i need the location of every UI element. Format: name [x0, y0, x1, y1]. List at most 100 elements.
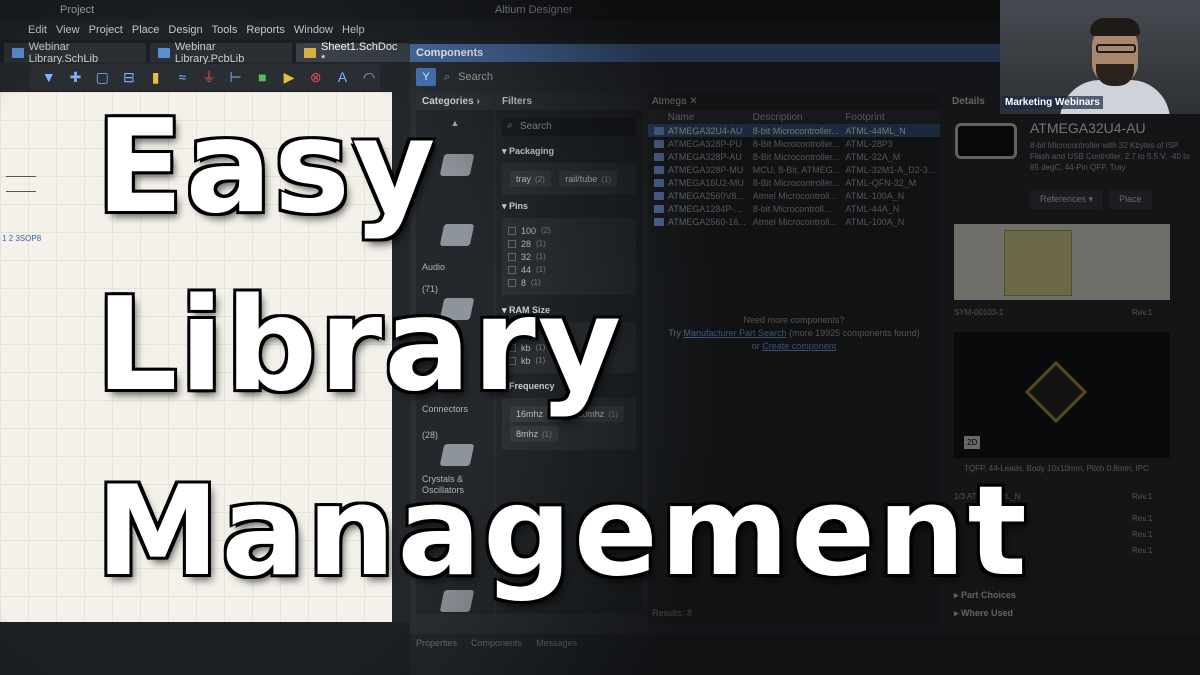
- chk-count: (1): [536, 252, 546, 261]
- more-components-hint: Need more components? Try Manufacturer P…: [648, 314, 940, 353]
- component-icon: [654, 126, 664, 135]
- pill-label: rail/tube: [565, 174, 598, 184]
- power-icon[interactable]: ⏚: [198, 67, 220, 87]
- row-desc: 8-Bit Microcontroller...: [752, 138, 840, 149]
- chk-label: 32: [521, 251, 532, 262]
- table-row[interactable]: ATMEGA2560V8... Atmel Microcontroll... ATM…: [648, 189, 940, 202]
- filter-pill-8mhz[interactable]: 8mhz (1): [510, 426, 558, 442]
- text-icon[interactable]: A: [332, 67, 354, 87]
- menu-tools[interactable]: Tools: [212, 24, 238, 36]
- part-icon[interactable]: ▮: [145, 67, 167, 87]
- hint-try: Try: [668, 328, 681, 338]
- pcblib-icon: [158, 47, 170, 58]
- hint-line: Need more components?: [743, 315, 845, 325]
- filter-pill-tray[interactable]: tray (2): [510, 171, 551, 187]
- chip-icon[interactable]: [439, 154, 475, 176]
- row-desc: 8-Bit Microcontroller...: [752, 177, 840, 188]
- row-fp: ATML-100A_N: [845, 216, 905, 227]
- arc-icon[interactable]: ◠: [358, 67, 380, 87]
- menu-place[interactable]: Place: [132, 24, 160, 36]
- symbol-preview[interactable]: [954, 224, 1170, 300]
- table-row[interactable]: ATMEGA16U2-MU 8-Bit Microcontroller... ATM…: [648, 176, 940, 189]
- net-label-icon[interactable]: ▶: [278, 67, 300, 87]
- component-icon: [654, 204, 664, 213]
- manufacturer-part-search-link[interactable]: Manufacturer Part Search: [684, 328, 787, 338]
- table-row[interactable]: ATMEGA2560-16... Atmel Microcontroll... AT…: [648, 215, 940, 228]
- filter-pill-rail-tube[interactable]: rail/tube (1): [559, 171, 618, 187]
- pins-section[interactable]: ▾ Pins: [496, 197, 642, 216]
- references-button[interactable]: References ▾: [1030, 190, 1104, 209]
- row-name: ATMEGA2560V8...: [668, 190, 744, 201]
- tab-components[interactable]: Components: [471, 638, 522, 652]
- checkbox[interactable]: [508, 226, 516, 235]
- filter-toggle-icon[interactable]: Y: [416, 68, 436, 86]
- tab-properties[interactable]: Properties: [416, 638, 457, 652]
- results-status: Results: 8: [652, 608, 693, 618]
- pin-checkbox[interactable]: 28 (1): [508, 237, 630, 250]
- wire-segment: [6, 176, 36, 192]
- row-desc: Atmel Microcontroll...: [752, 216, 837, 227]
- table-row[interactable]: ATMEGA1284P-... 8-bit Microcontroll... ATM…: [648, 202, 940, 215]
- col-footprint[interactable]: Footprint: [845, 112, 940, 123]
- menu-reports[interactable]: Reports: [246, 24, 285, 36]
- table-row[interactable]: ATMEGA328P-AU 8-Bit Microcontroller... ATM…: [648, 150, 940, 163]
- altium-window: Project Altium Designer Edit View Projec…: [0, 0, 1200, 675]
- pin-checkbox[interactable]: 100 (2): [508, 224, 630, 237]
- filter-icon[interactable]: ▼: [38, 67, 60, 87]
- sheet-symbol-icon[interactable]: ■: [252, 67, 274, 87]
- component-image: [958, 126, 1014, 156]
- create-component-link[interactable]: Create component: [762, 341, 836, 351]
- row-desc: MCU, 8-Bit, ATMEG...: [752, 164, 841, 175]
- row-fp: ATML-32M1-A_D2-3...: [845, 164, 936, 175]
- menu-edit[interactable]: Edit: [28, 24, 47, 36]
- search-input[interactable]: Search: [458, 71, 493, 83]
- row-name: ATMEGA328P-PU: [668, 138, 742, 149]
- port-icon[interactable]: ⊢: [225, 67, 247, 87]
- table-row[interactable]: ATMEGA328P-PU 8-Bit Microcontroller... ATM…: [648, 137, 940, 150]
- filter-search-input[interactable]: ⌕ Search: [502, 118, 636, 136]
- menu-project[interactable]: Project: [89, 24, 123, 36]
- pill-count: (1): [542, 430, 552, 439]
- table-row[interactable]: ATMEGA328P-MU MCU, 8-Bit, ATMEG... ATML-32…: [648, 163, 940, 176]
- col-description[interactable]: Description: [753, 112, 846, 123]
- no-erc-icon[interactable]: ⊗: [305, 67, 327, 87]
- chk-label: 28: [521, 238, 532, 249]
- col-name[interactable]: Name: [668, 112, 753, 123]
- filter-search-placeholder: Search: [520, 121, 552, 132]
- move-icon[interactable]: ✚: [65, 67, 87, 87]
- menu-view[interactable]: View: [56, 24, 80, 36]
- tab-sheet1[interactable]: Sheet1.SchDoc *: [296, 41, 410, 65]
- symbol-name: SYM-00103-1: [954, 308, 1004, 317]
- view-2d-button[interactable]: 2D: [964, 436, 981, 449]
- place-button[interactable]: Place: [1109, 190, 1152, 209]
- ic-package: [1024, 360, 1088, 424]
- overlay-title-line3: Management: [95, 460, 1029, 604]
- menu-help[interactable]: Help: [342, 24, 365, 36]
- menu-design[interactable]: Design: [168, 24, 202, 36]
- search-query[interactable]: Atmega ✕: [648, 94, 940, 110]
- pin-checkbox[interactable]: 32 (1): [508, 250, 630, 263]
- part-number: ATMEGA32U4-AU: [1030, 120, 1146, 136]
- checkbox[interactable]: [508, 252, 516, 261]
- clear-query-icon[interactable]: ✕: [689, 96, 697, 107]
- wire-icon[interactable]: ≈: [171, 67, 193, 87]
- row-desc: 8-bit Microcontroll...: [752, 203, 832, 214]
- footprint-3d-preview[interactable]: 2D: [954, 332, 1170, 458]
- table-row[interactable]: ATMEGA32U4-AU 8-bit Microcontroller... ATM…: [648, 124, 940, 137]
- tab-pcblib[interactable]: Webinar Library.PcbLib: [150, 41, 293, 65]
- packaging-section[interactable]: ▾ Packaging: [496, 142, 642, 161]
- component-search: Y ⌕ Search: [410, 66, 1000, 88]
- packaging-options: tray (2) rail/tube (1): [502, 163, 636, 195]
- presenter-hair: [1090, 18, 1140, 36]
- where-used-section[interactable]: ▸ Where Used: [954, 608, 1013, 619]
- tab-messages[interactable]: Messages: [536, 638, 577, 652]
- btn-label: References: [1040, 194, 1087, 204]
- tab-schlib[interactable]: Webinar Library.SchLib: [4, 41, 147, 65]
- sheet-footer: [0, 622, 410, 675]
- hint-or: or: [751, 341, 760, 351]
- select-icon[interactable]: ▢: [91, 67, 113, 87]
- menu-window[interactable]: Window: [294, 24, 333, 36]
- chip-icon[interactable]: [439, 224, 475, 246]
- checkbox[interactable]: [508, 239, 516, 248]
- align-icon[interactable]: ⊟: [118, 67, 140, 87]
